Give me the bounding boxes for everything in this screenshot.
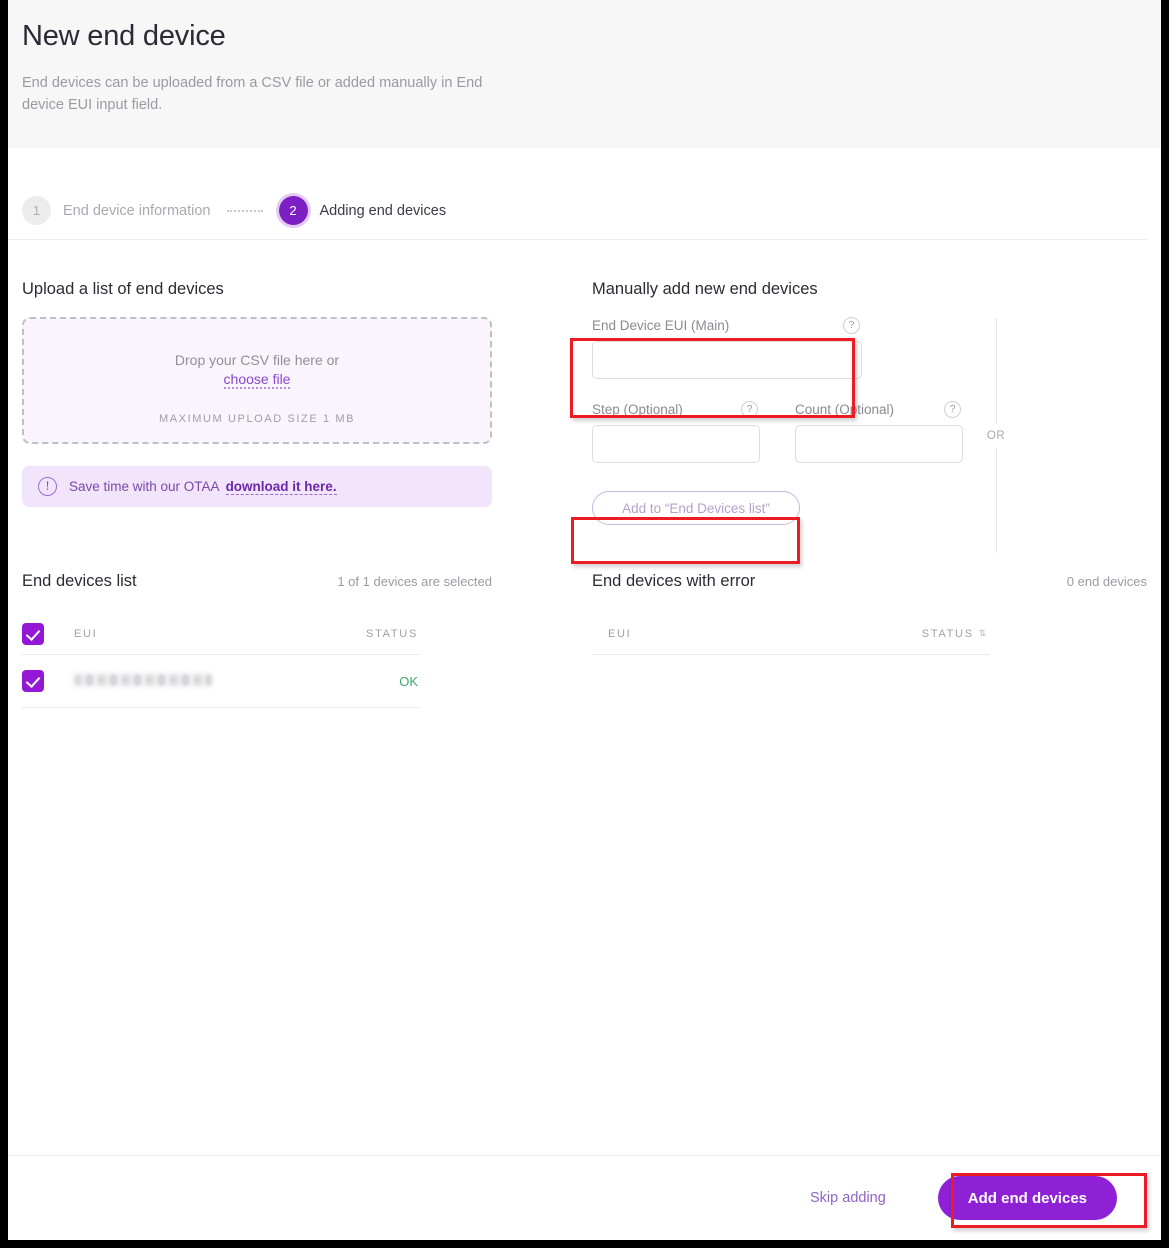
error-column-header-status[interactable]: STATUS ⇅ [922, 628, 988, 640]
divider-line-top [995, 318, 997, 424]
new-end-device-page: New end device End devices can be upload… [8, 0, 1161, 1240]
wizard-stepper: 1 End device information 2 Adding end de… [8, 148, 1147, 240]
end-device-eui-label: End Device EUI (Main) [592, 318, 730, 333]
status-badge: OK [399, 673, 418, 689]
max-upload-size-label: MAXIMUM UPLOAD SIZE 1 MB [158, 413, 356, 425]
error-column-header-eui: EUI [608, 627, 632, 640]
upload-section: Upload a list of end devices Drop your C… [22, 280, 492, 525]
add-to-end-devices-list-button[interactable]: Add to “End Devices list” [592, 491, 800, 525]
page-header: New end device End devices can be upload… [8, 0, 1161, 148]
step-connector [226, 209, 263, 212]
divider-line-bottom [995, 447, 997, 553]
count-field: Count (Optional) ? [795, 401, 963, 463]
otaa-download-link[interactable]: download it here. [225, 479, 337, 495]
manual-add-title: Manually add new end devices [592, 280, 818, 298]
count-label-row: Count (Optional) ? [795, 401, 963, 418]
end-devices-list-header: End devices list 1 of 1 devices are sele… [22, 572, 492, 591]
step-input[interactable] [592, 425, 760, 463]
step-count-row: Step (Optional) ? Count (Optional) ? [592, 401, 1147, 463]
error-devices-table: EUI STATUS ⇅ [592, 613, 990, 655]
row-status-cell: OK [399, 674, 418, 689]
error-column-header-status-label: STATUS [921, 627, 974, 640]
end-devices-list-title: End devices list [22, 572, 137, 590]
error-table-header-row: EUI STATUS ⇅ [592, 613, 990, 655]
page-footer: Skip adding Add end devices [8, 1155, 1161, 1240]
end-devices-list-meta: 1 of 1 devices are selected [337, 574, 492, 589]
otaa-banner: ! Save time with our OTAA download it he… [22, 466, 492, 507]
end-devices-table: EUI STATUS OK [22, 613, 420, 708]
page-title: New end device [22, 20, 226, 52]
end-device-eui-input[interactable] [592, 341, 862, 379]
lists-section: End devices list 1 of 1 devices are sele… [8, 572, 1161, 708]
step-1-label: End device information [63, 202, 211, 219]
table-row[interactable]: OK [22, 655, 420, 708]
column-header-status: STATUS [366, 628, 418, 640]
manual-add-section: Manually add new end devices End Device … [592, 280, 1147, 525]
or-label: OR [986, 429, 1006, 442]
error-list-meta: 0 end devices [1066, 574, 1147, 589]
error-list-header: End devices with error 0 end devices [592, 572, 1147, 591]
select-all-checkbox[interactable] [22, 622, 44, 645]
main-content: Upload a list of end devices Drop your C… [8, 240, 1161, 553]
count-input[interactable] [795, 425, 963, 463]
row-select-checkbox[interactable] [22, 670, 44, 692]
end-device-eui-help-icon[interactable]: ? [843, 317, 860, 334]
column-header-eui: EUI [74, 627, 98, 640]
dropzone-instruction: Drop your CSV file here or [174, 352, 340, 368]
or-divider: OR [987, 318, 1005, 553]
otaa-banner-text: Save time with our OTAA [69, 479, 220, 494]
redacted-eui-icon [74, 673, 212, 686]
page-description: End devices can be uploaded from a CSV f… [22, 74, 483, 114]
select-all-cell [22, 622, 74, 645]
row-eui-value [74, 673, 399, 689]
count-label: Count (Optional) [795, 402, 895, 417]
step-field: Step (Optional) ? [592, 401, 760, 463]
end-devices-list-block: End devices list 1 of 1 devices are sele… [22, 572, 492, 708]
csv-dropzone[interactable]: Drop your CSV file here or choose file M… [22, 317, 492, 444]
end-device-eui-label-row: End Device EUI (Main) ? [592, 317, 862, 334]
step-2-adding-end-devices[interactable]: 2 Adding end devices [278, 196, 447, 225]
exclamation-circle-icon: ! [38, 477, 57, 496]
step-1-number: 1 [22, 196, 51, 225]
skip-adding-link[interactable]: Skip adding [810, 1190, 886, 1206]
step-2-number: 2 [278, 196, 308, 225]
add-end-devices-button[interactable]: Add end devices [937, 1176, 1117, 1220]
sort-chevron-icon[interactable]: ⇅ [979, 629, 988, 638]
step-help-icon[interactable]: ? [741, 401, 758, 418]
step-2-label: Adding end devices [319, 202, 447, 219]
step-1-end-device-information[interactable]: 1 End device information [22, 196, 211, 225]
count-help-icon[interactable]: ? [944, 401, 961, 418]
row-select-cell [22, 670, 74, 692]
upload-section-title: Upload a list of end devices [22, 280, 224, 298]
end-devices-table-header-row: EUI STATUS [22, 613, 420, 655]
step-label: Step (Optional) [592, 402, 683, 417]
or-divider-column: OR [492, 280, 1005, 553]
step-label-row: Step (Optional) ? [592, 401, 760, 418]
choose-file-link[interactable]: choose file [223, 371, 291, 389]
end-devices-error-list-block: End devices with error 0 end devices EUI… [592, 572, 1147, 708]
end-device-eui-field: End Device EUI (Main) ? [592, 317, 862, 379]
column-header-status-label: STATUS [366, 627, 418, 640]
error-list-title: End devices with error [592, 572, 756, 590]
